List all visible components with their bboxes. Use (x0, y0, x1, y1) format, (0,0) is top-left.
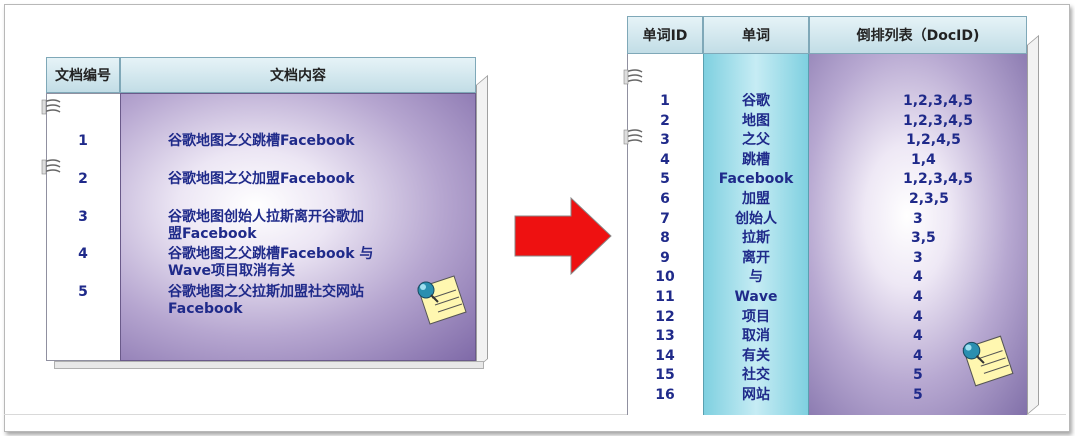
word-id-cell: 10 (655, 269, 675, 286)
doc-id-cell: 4 (78, 246, 88, 262)
doc-content-cell: 盟Facebook (168, 226, 257, 242)
posting-list-cell: 4 (913, 269, 923, 286)
header-word-id: 单词ID (627, 16, 703, 54)
doc-id-cell: 2 (78, 171, 88, 187)
word-id-cell: 6 (660, 191, 670, 207)
posting-list-cell: 3 (913, 249, 923, 266)
word-cell: 之父 (742, 132, 770, 149)
doc-content-cell: 谷歌地图创始人拉斯离开谷歌加 (168, 209, 364, 225)
right-table-side-face (1027, 34, 1039, 415)
word-cell: 加盟 (742, 191, 770, 207)
doc-id-cell: 1 (78, 133, 88, 149)
binder-ring-icon (41, 159, 61, 175)
word-id-cell: 16 (655, 387, 675, 403)
doc-content-cell: 谷歌地图之父跳槽Facebook 与 (168, 246, 374, 262)
posting-list-cell: 5 (913, 367, 923, 384)
pushpin-note-icon (417, 275, 467, 325)
left-table-side-face (476, 74, 488, 370)
word-id-cell: 4 (660, 151, 670, 168)
word-id-cell: 15 (655, 367, 675, 384)
doc-content-cell: 谷歌地图之父加盟Facebook (168, 171, 355, 187)
word-cell: 社交 (742, 367, 770, 384)
header-doc-id: 文档编号 (46, 57, 120, 93)
word-id-cell: 3 (660, 132, 670, 149)
posting-list-cell: 1,4 (911, 151, 936, 168)
posting-list-cell: 2,3,5 (909, 191, 949, 207)
header-word: 单词 (703, 16, 809, 54)
word-id-cell: 5 (660, 171, 670, 188)
posting-list-cell: 4 (913, 308, 923, 325)
word-cell: 创始人 (735, 210, 777, 227)
word-id-cell: 12 (655, 308, 675, 325)
doc-id-cell: 5 (78, 284, 88, 300)
word-id-cell: 9 (660, 249, 670, 266)
posting-list-cell: 4 (913, 289, 923, 305)
word-cell: 拉斯 (742, 230, 770, 247)
posting-list-cell: 1,2,4,5 (906, 132, 961, 149)
posting-list-cell: 3 (913, 210, 923, 227)
word-id-cell: 2 (660, 112, 670, 129)
word-id-cell: 11 (655, 289, 675, 305)
word-cell: 谷歌 (742, 93, 770, 109)
word-id-cell: 13 (655, 328, 675, 345)
binder-ring-icon (41, 99, 61, 115)
posting-list-cell: 5 (913, 387, 923, 403)
word-cell: Wave (734, 289, 778, 305)
header-posting-list: 倒排列表（DocID) (809, 16, 1027, 54)
binder-ring-icon (623, 129, 643, 145)
posting-list-cell: 1,2,3,4,5 (903, 93, 973, 109)
word-cell: 地图 (742, 112, 770, 129)
right-arrow-icon (514, 196, 612, 276)
word-id-cell: 1 (660, 93, 670, 109)
word-cell: 网站 (742, 387, 770, 403)
pushpin-note-icon (962, 335, 1014, 387)
doc-content-cell: 谷歌地图之父跳槽Facebook (168, 133, 355, 149)
word-cell: 跳槽 (742, 151, 770, 168)
word-cell: 项目 (742, 308, 770, 325)
word-id-cell: 14 (655, 347, 675, 364)
binder-ring-icon (623, 69, 643, 85)
posting-list-cell: 4 (913, 328, 923, 345)
doc-content-cell: Wave项目取消有关 (168, 263, 296, 279)
word-cell: 与 (749, 269, 763, 286)
word-id-cell: 8 (660, 230, 670, 247)
left-table-bottom-face (54, 361, 484, 369)
word-cell: 离开 (742, 249, 770, 266)
doc-id-cell: 3 (78, 209, 88, 225)
word-cell: 有关 (742, 347, 770, 364)
word-cell: Facebook (718, 171, 794, 188)
posting-list-cell: 3,5 (911, 230, 936, 247)
posting-list-cell: 1,2,3,4,5 (903, 171, 973, 188)
posting-list-cell: 4 (913, 347, 923, 364)
posting-list-cell: 1,2,3,4,5 (903, 112, 973, 129)
doc-content-cell: Facebook (168, 301, 243, 317)
word-id-cell: 7 (660, 210, 670, 227)
doc-content-cell: 谷歌地图之父拉斯加盟社交网站 (168, 284, 364, 300)
header-doc-content: 文档内容 (120, 57, 476, 93)
word-cell: 取消 (742, 328, 770, 345)
